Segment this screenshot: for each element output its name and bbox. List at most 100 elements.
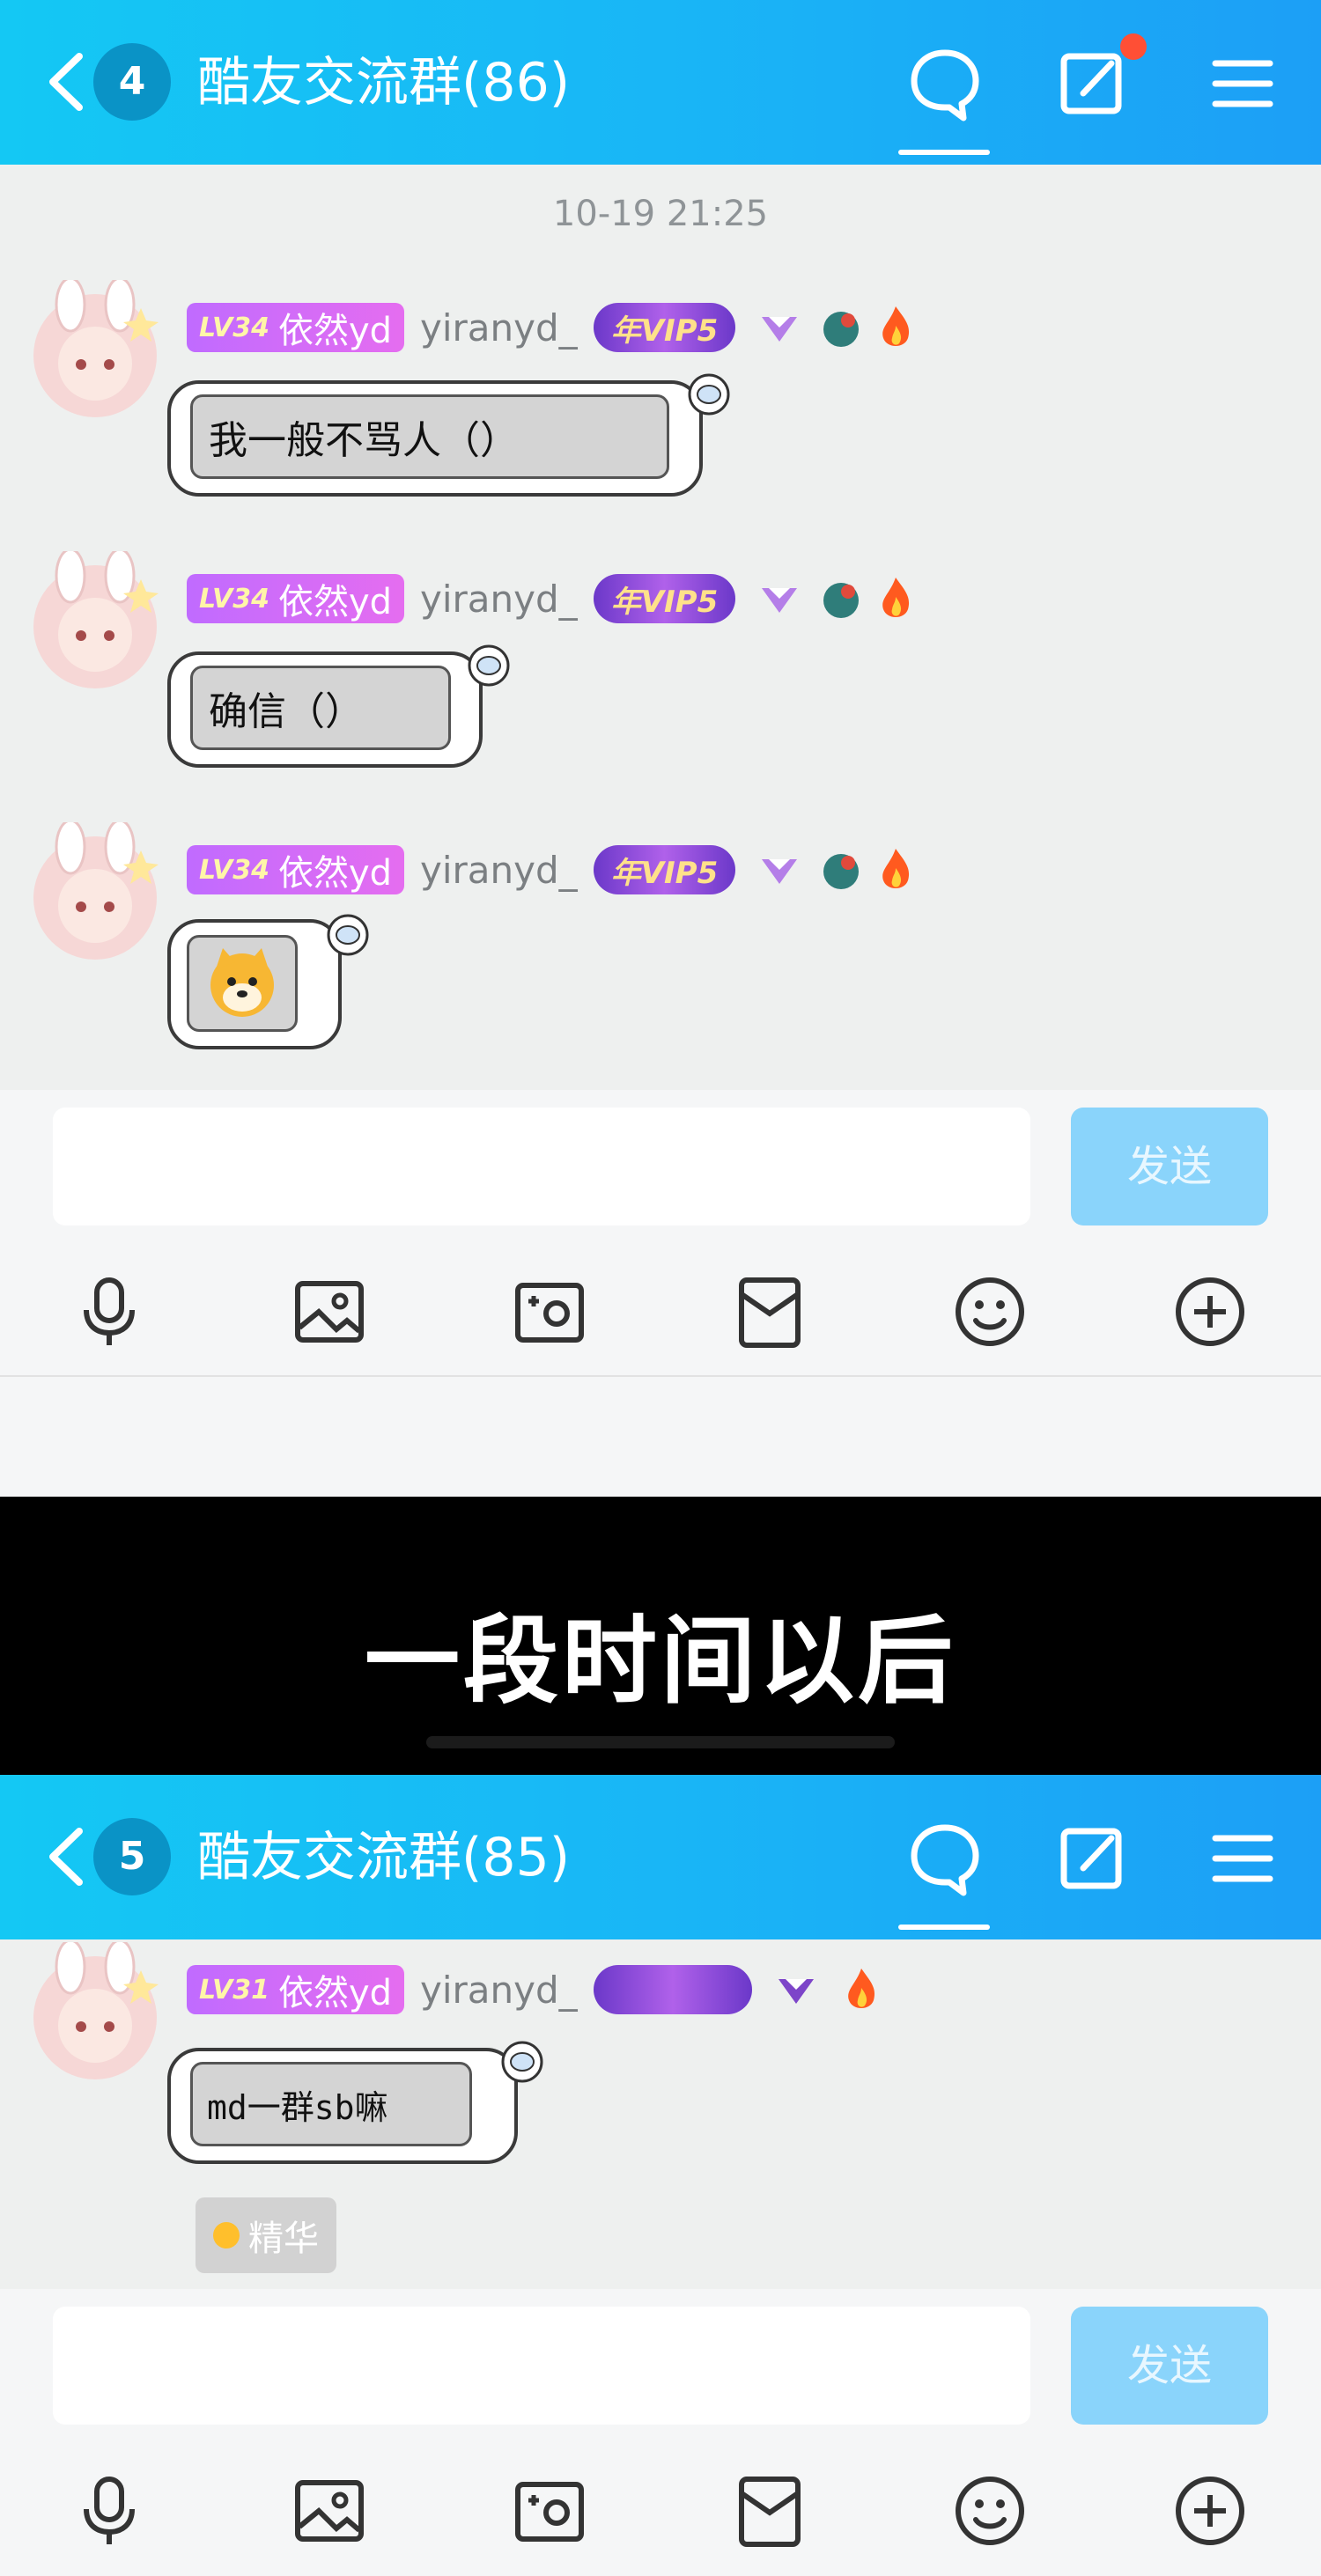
dragon-icon	[823, 583, 860, 618]
plus-icon[interactable]	[1173, 2474, 1247, 2548]
level-tag: LV34	[199, 583, 269, 615]
fire-icon	[847, 1969, 875, 2008]
chat-header: 4 酷友交流群(86)	[0, 0, 1321, 165]
message-bubble[interactable]: 我一般不骂人（）	[167, 373, 740, 497]
group-title: 酷友交流群(85)	[197, 1827, 571, 1888]
sender-info: LV31 依然yd yiranyd_	[187, 1963, 888, 2016]
message-timestamp: 10-19 21:25	[552, 194, 769, 234]
send-button[interactable]: 发送	[1071, 2307, 1268, 2425]
astronaut-sticker-icon	[468, 644, 510, 687]
sender-name: 依然yd	[277, 582, 393, 622]
message-item: LV31 依然yd yiranyd_ md一群sb嘛 精华	[0, 1942, 1321, 2312]
menu-icon[interactable]	[1203, 1819, 1282, 1898]
vip-badge-obscured	[593, 1965, 752, 2014]
red-packet-icon[interactable]	[733, 1275, 807, 1349]
avatar[interactable]	[25, 822, 166, 963]
level-badge: LV34 依然yd	[187, 845, 405, 894]
unread-badge[interactable]: 4	[93, 43, 171, 121]
essence-icon	[213, 2222, 240, 2248]
sticker-frame	[187, 935, 298, 1032]
essence-label: 精华	[248, 2219, 319, 2259]
chat-icon[interactable]	[905, 44, 985, 123]
message-item: LV34 依然yd yiranyd_ 年VIP5	[0, 822, 1321, 1086]
vip-badge: 年VIP5	[593, 303, 736, 352]
message-text: 我一般不骂人（）	[190, 394, 669, 479]
sender-username[interactable]: yiranyd_	[420, 578, 578, 621]
astronaut-sticker-icon	[501, 2041, 543, 2083]
shiba-emoji-icon	[210, 948, 274, 1017]
plus-icon[interactable]	[1173, 1275, 1247, 1349]
edit-icon[interactable]	[1053, 44, 1133, 123]
microphone-icon[interactable]	[72, 1275, 146, 1349]
sender-username[interactable]: yiranyd_	[420, 1969, 578, 2012]
message-item: LV34 依然yd yiranyd_ 年VIP5 确信（）	[0, 551, 1321, 815]
avatar[interactable]	[25, 551, 166, 692]
fire-icon	[882, 306, 910, 346]
level-tag: LV34	[199, 312, 269, 343]
essence-tag[interactable]: 精华	[196, 2197, 336, 2273]
camera-icon[interactable]	[513, 1275, 587, 1349]
avatar[interactable]	[25, 280, 166, 421]
image-icon[interactable]	[292, 1275, 366, 1349]
divider	[0, 1375, 1321, 1377]
group-title: 酷友交流群(86)	[197, 52, 571, 114]
chat-screen-before: 4 酷友交流群(86) 10-19 21:25 LV34 依然yd yirany…	[0, 0, 1321, 1497]
level-badge: LV34 依然yd	[187, 574, 405, 623]
chat-icon[interactable]	[905, 1819, 985, 1898]
unread-badge[interactable]: 5	[93, 1818, 171, 1895]
send-button[interactable]: 发送	[1071, 1108, 1268, 1225]
dragon-icon	[823, 312, 860, 347]
red-packet-icon[interactable]	[733, 2474, 807, 2548]
caption-text: 一段时间以后	[364, 1607, 956, 1717]
sender-username[interactable]: yiranyd_	[420, 306, 578, 350]
level-badge: LV34 依然yd	[187, 303, 405, 352]
image-icon[interactable]	[292, 2474, 366, 2548]
emoji-icon[interactable]	[953, 1275, 1027, 1349]
message-item: LV34 依然yd yiranyd_ 年VIP5 我一般不骂人（）	[0, 280, 1321, 544]
astronaut-sticker-icon	[688, 373, 730, 416]
message-bubble[interactable]: 确信（）	[167, 644, 520, 768]
message-input[interactable]	[53, 1108, 1030, 1225]
back-icon[interactable]	[41, 51, 93, 113]
sender-info: LV34 依然yd yiranyd_ 年VIP5	[187, 301, 922, 354]
message-bubble[interactable]	[167, 914, 379, 1051]
sender-name: 依然yd	[277, 311, 393, 351]
diamond-icon	[778, 1979, 814, 2004]
back-icon[interactable]	[41, 1826, 93, 1888]
fire-icon	[882, 849, 910, 888]
video-progress-bar	[426, 1736, 895, 1748]
message-text: 确信（）	[190, 666, 451, 750]
message-bubble[interactable]: md一群sb嘛	[167, 2041, 555, 2164]
notification-dot	[1120, 33, 1147, 60]
sender-info: LV34 依然yd yiranyd_ 年VIP5	[187, 572, 922, 625]
chat-header: 5 酷友交流群(85)	[0, 1775, 1321, 1939]
sender-info: LV34 依然yd yiranyd_ 年VIP5	[187, 843, 922, 896]
dragon-icon	[823, 854, 860, 889]
level-badge: LV31 依然yd	[187, 1965, 405, 2014]
sender-name: 依然yd	[277, 853, 393, 894]
fire-icon	[882, 578, 910, 617]
camera-icon[interactable]	[513, 2474, 587, 2548]
message-composer: 发送	[0, 2289, 1321, 2576]
avatar[interactable]	[25, 1942, 166, 2083]
active-tab-indicator	[898, 1925, 990, 1930]
sender-name: 依然yd	[277, 1973, 393, 2013]
sender-username[interactable]: yiranyd_	[420, 849, 578, 892]
active-tab-indicator	[898, 150, 990, 155]
diamond-icon	[762, 588, 798, 613]
message-text: md一群sb嘛	[190, 2062, 472, 2146]
message-input[interactable]	[53, 2307, 1030, 2425]
level-tag: LV31	[199, 1974, 269, 2006]
vip-badge: 年VIP5	[593, 574, 736, 623]
level-tag: LV34	[199, 854, 269, 886]
emoji-icon[interactable]	[953, 2474, 1027, 2548]
edit-icon[interactable]	[1053, 1819, 1133, 1898]
microphone-icon[interactable]	[72, 2474, 146, 2548]
astronaut-sticker-icon	[327, 914, 369, 956]
menu-icon[interactable]	[1203, 44, 1282, 123]
diamond-icon	[762, 859, 798, 884]
message-composer: 发送	[0, 1090, 1321, 1497]
diamond-icon	[762, 317, 798, 342]
chat-screen-after: 5 酷友交流群(85) LV31 依然yd yiranyd_ md一群sb嘛 精…	[0, 1775, 1321, 2576]
vip-badge: 年VIP5	[593, 845, 736, 894]
